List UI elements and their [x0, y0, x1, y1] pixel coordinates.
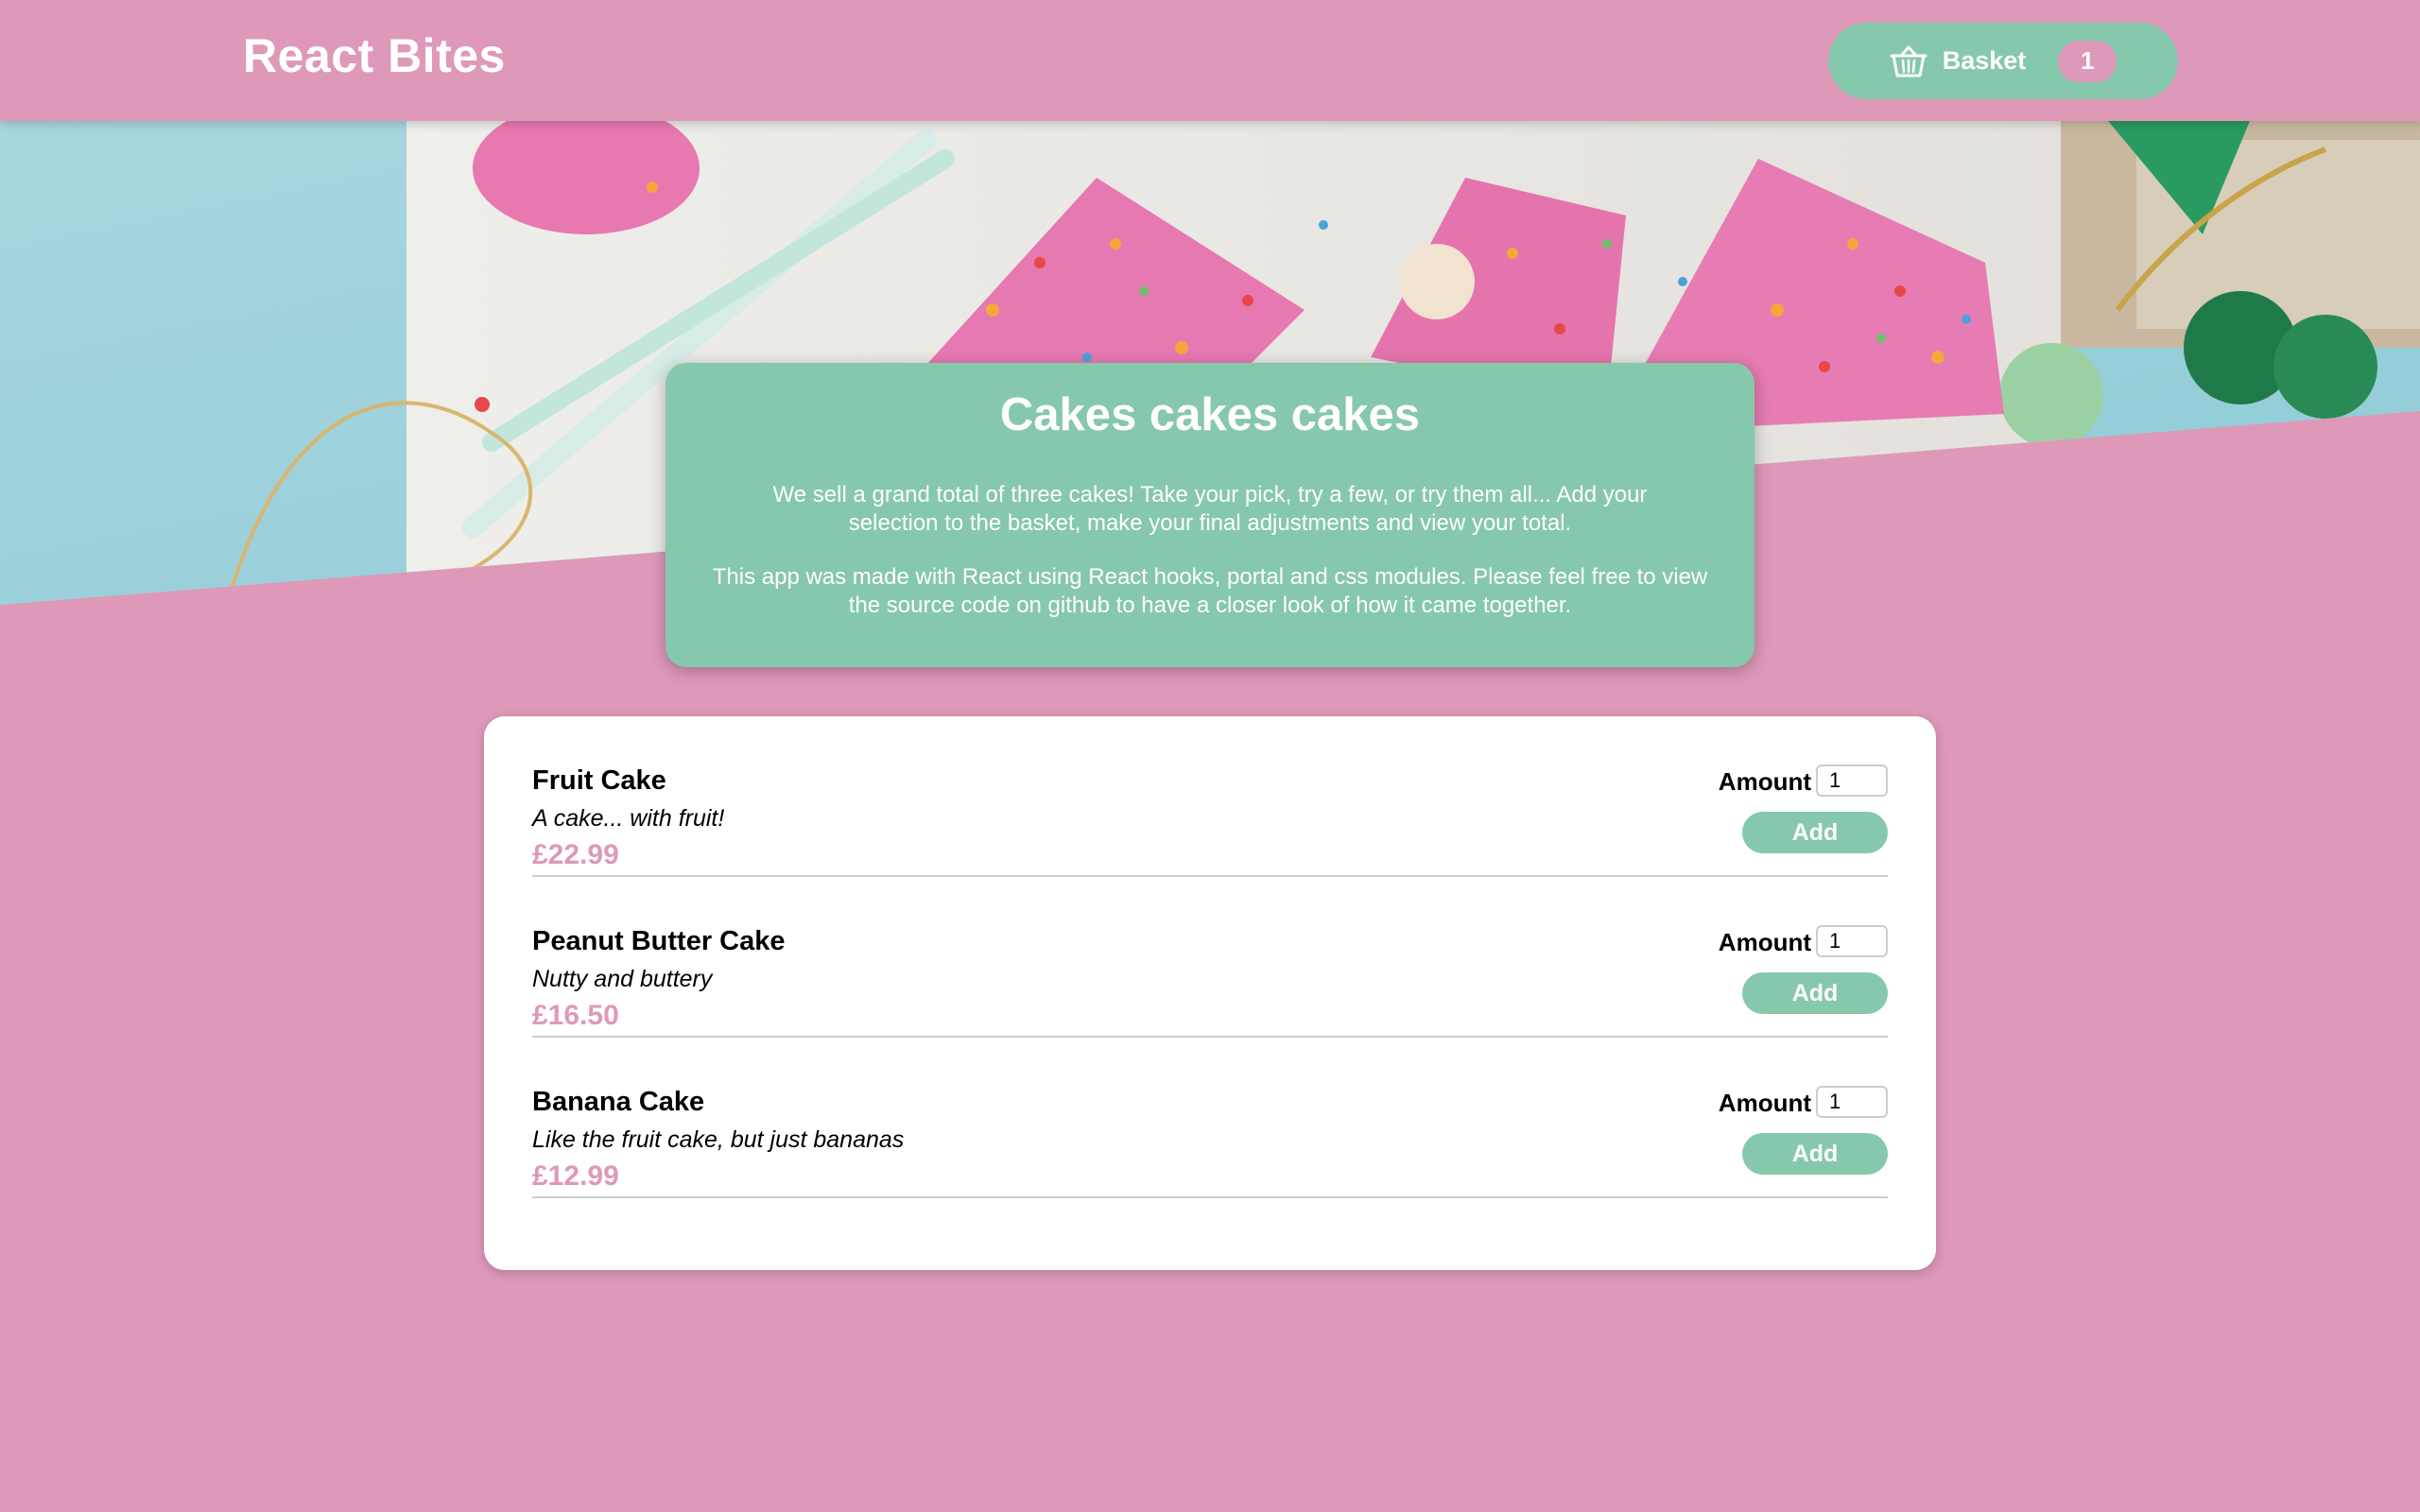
amount-input[interactable]: [1816, 765, 1888, 797]
add-button[interactable]: Add: [1742, 972, 1888, 1014]
amount-label: Amount: [1718, 1089, 1811, 1117]
app-logo-title: React Bites: [243, 29, 506, 82]
meal-name: Banana Cake: [532, 1087, 705, 1117]
meal-item: Banana Cake Like the fruit cake, but jus…: [532, 1038, 1888, 1198]
meal-price: £16.50: [532, 1000, 619, 1031]
summary-paragraph-1: We sell a grand total of three cakes! Ta…: [772, 481, 1648, 536]
meal-description: Like the fruit cake, but just bananas: [532, 1126, 905, 1153]
basket-label: Basket: [1942, 46, 2027, 75]
amount-input[interactable]: [1816, 1086, 1888, 1118]
amount-label: Amount: [1718, 767, 1811, 796]
summary-title: Cakes cakes cakes: [999, 389, 1421, 440]
meal-price: £12.99: [532, 1160, 619, 1192]
meal-description: A cake... with fruit!: [532, 805, 725, 832]
amount-input[interactable]: [1816, 925, 1888, 957]
add-button[interactable]: Add: [1742, 812, 1888, 853]
meal-item: Fruit Cake A cake... with fruit! £22.99 …: [532, 716, 1888, 877]
meal-item: Peanut Butter Cake Nutty and buttery £16…: [532, 877, 1888, 1038]
basket-count-badge: 1: [2058, 40, 2118, 82]
summary-paragraph-2: This app was made with React using React…: [712, 563, 1708, 618]
meals-list: Fruit Cake A cake... with fruit! £22.99 …: [484, 716, 1936, 1270]
app-header: React Bites Basket 1: [0, 0, 2420, 121]
basket-button[interactable]: Basket 1: [1828, 23, 2178, 99]
meal-price: £22.99: [532, 839, 619, 870]
meal-description: Nutty and buttery: [532, 966, 713, 992]
summary-card: Cakes cakes cakes We sell a grand total …: [666, 363, 1754, 667]
amount-label: Amount: [1718, 928, 1811, 956]
add-button[interactable]: Add: [1742, 1133, 1888, 1175]
meal-name: Peanut Butter Cake: [532, 926, 786, 956]
meal-name: Fruit Cake: [532, 765, 666, 796]
basket-icon: [1890, 44, 1927, 78]
